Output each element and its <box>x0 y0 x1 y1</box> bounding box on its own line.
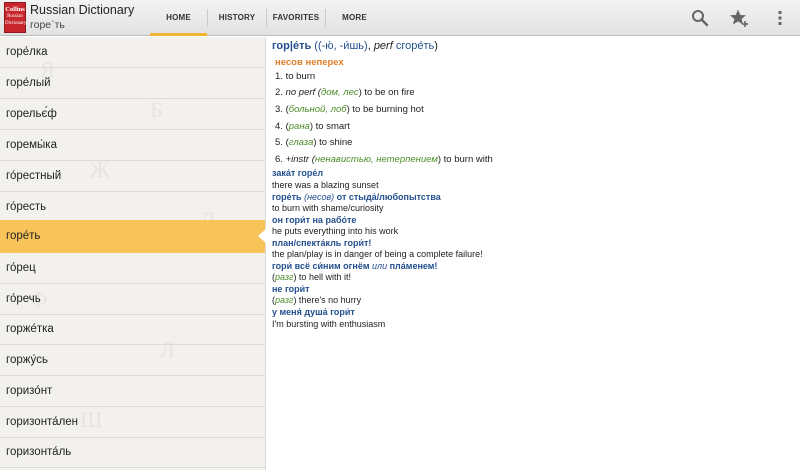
list-item[interactable]: горжу́сь <box>0 345 265 376</box>
list-item[interactable]: го́речь <box>0 284 265 315</box>
example-russian: план/спекта́кль гори́т! <box>272 238 371 248</box>
entry-headline: гор|е́ть ((-ю́, -и́шь), perf сгоре́ть) <box>272 40 438 52</box>
example-russian: гори́ всё си́ним огнём или пла́менем! <box>272 261 437 271</box>
tab-history[interactable]: HISTORY <box>208 0 266 36</box>
logo-line-2: Russian <box>7 14 23 19</box>
favorite-add-icon[interactable] <box>729 8 749 28</box>
example-english: he puts everything into his work <box>272 226 399 236</box>
sense-number: 1. <box>275 71 283 82</box>
sense-prefix: no perf ( <box>285 87 321 98</box>
list-item[interactable]: горе́лый <box>0 68 265 99</box>
tab-home[interactable]: HOME <box>150 0 207 36</box>
example-russian: он гори́т на рабо́те <box>272 215 356 225</box>
list-item[interactable]: горе́лка <box>0 37 265 68</box>
sense-text: ) to be on fire <box>358 87 415 98</box>
logo-line-3: Dictionary <box>5 21 27 26</box>
list-item-selected[interactable]: горе́ть <box>0 220 265 253</box>
example-phrase-tail: пла́менем! <box>389 261 438 271</box>
list-item[interactable]: горизо́нт <box>0 376 265 407</box>
collins-logo: Collins Russian Dictionary <box>4 2 26 33</box>
sense-text: ) to smart <box>309 121 350 132</box>
example-phrase: у меня́ душа́ гори́т <box>272 307 355 317</box>
selection-pointer <box>258 228 267 244</box>
sense-context: больной, лоб <box>288 104 347 115</box>
tab-more[interactable]: MORE <box>326 0 383 36</box>
perf-link[interactable]: сгоре́ть <box>396 40 434 52</box>
sense: 3. (больной, лоб) to be burning hot <box>275 104 424 115</box>
example-phrase: зака́т горе́л <box>272 168 324 178</box>
example-en-text: ) to hell with it! <box>293 272 351 282</box>
sense-number: 3. <box>275 104 283 115</box>
example-english: (разг) to hell with it! <box>272 272 351 282</box>
list-item[interactable]: горельє́ф <box>0 99 265 130</box>
sense: 5. (глаза) to shine <box>275 137 352 148</box>
grammar-forms: ((-ю́, -и́шь) <box>314 40 368 52</box>
example-english: the plan/play is in danger of being a co… <box>272 249 483 259</box>
example-phrase: горе́ть <box>272 192 302 202</box>
example-register: разг <box>275 272 294 282</box>
sense-context: глаза <box>288 137 314 148</box>
action-bar: Collins Russian Dictionary Russian Dicti… <box>0 0 800 36</box>
sense: 4. (рана) to smart <box>275 121 350 132</box>
close-paren: ) <box>434 40 438 52</box>
headword: гор|е́ть <box>272 40 312 52</box>
example-or: или <box>372 261 388 271</box>
sense-context: дом, лес <box>320 87 359 98</box>
logo-line-1: Collins <box>5 6 25 13</box>
list-item[interactable]: горемы́ка <box>0 130 265 161</box>
example-russian: зака́т горе́л <box>272 168 323 178</box>
sense-text: to burn <box>285 71 316 82</box>
sense-number: 5. <box>275 137 283 148</box>
example-russian: у меня́ душа́ гори́т <box>272 307 355 317</box>
search-icon[interactable] <box>690 8 710 28</box>
sense: 1. to burn <box>275 71 315 82</box>
word-list[interactable]: Я Б Ж Д Ф Л Ш горе́лка горе́лый горельє́… <box>0 37 266 470</box>
example-english: (разг) there's no hurry <box>272 295 361 305</box>
sense-number: 2. <box>275 87 283 98</box>
sense-context: ненавистью, нетерпением <box>314 154 438 165</box>
app-title: Russian Dictionary <box>30 3 135 17</box>
example-english: I'm bursting with enthusiasm <box>272 319 386 329</box>
example-russian: горе́ть (несов) от стыда́/любопытства <box>272 192 441 202</box>
sense-number: 4. <box>275 121 283 132</box>
tab-favorites[interactable]: FAVORITES <box>267 0 325 36</box>
sense: 6. +instr (ненавистью, нетерпением) to b… <box>275 154 493 165</box>
example-russian: не гори́т <box>272 284 310 294</box>
sense-text: ) to shine <box>313 137 353 148</box>
sense-text: ) to be burning hot <box>346 104 424 115</box>
list-item[interactable]: горизонта́ль <box>0 437 265 468</box>
example-phrase-tail: от стыда́/любопытства <box>336 192 441 202</box>
dictionary-entry: гор|е́ть ((-ю́, -и́шь), perf сгоре́ть) н… <box>272 37 800 470</box>
example-english: there was a blazing sunset <box>272 180 379 190</box>
sense: 2. no perf (дом, лес) to be on fire <box>275 87 415 98</box>
overflow-menu-icon[interactable] <box>770 8 790 28</box>
example-en-text: ) there's no hurry <box>293 295 362 305</box>
list-item[interactable]: го́ресть <box>0 192 265 223</box>
example-phrase: он гори́т на рабо́те <box>272 215 357 225</box>
sense-text: ) to burn with <box>437 154 493 165</box>
example-aspect: (несов) <box>304 192 335 202</box>
sense-number: 6. <box>275 154 283 165</box>
list-item[interactable]: го́рестный <box>0 161 265 192</box>
example-english: to burn with shame/curiosity <box>272 203 384 213</box>
sense-prefix: +instr ( <box>285 154 315 165</box>
example-phrase: план/спекта́кль гори́т! <box>272 238 372 248</box>
example-phrase: не гори́т <box>272 284 310 294</box>
perf-label: perf <box>373 40 393 52</box>
list-item[interactable]: горже́тка <box>0 314 265 345</box>
part-of-speech: несов неперех <box>275 57 344 68</box>
list-item[interactable]: горизонта́лен <box>0 407 265 438</box>
list-item[interactable]: го́рец <box>0 253 265 284</box>
sense-context: рана <box>288 121 310 132</box>
example-phrase: гори́ всё си́ним огнём <box>272 261 370 271</box>
current-word-subtitle: горе`ть <box>30 19 65 31</box>
example-register: разг <box>275 295 294 305</box>
